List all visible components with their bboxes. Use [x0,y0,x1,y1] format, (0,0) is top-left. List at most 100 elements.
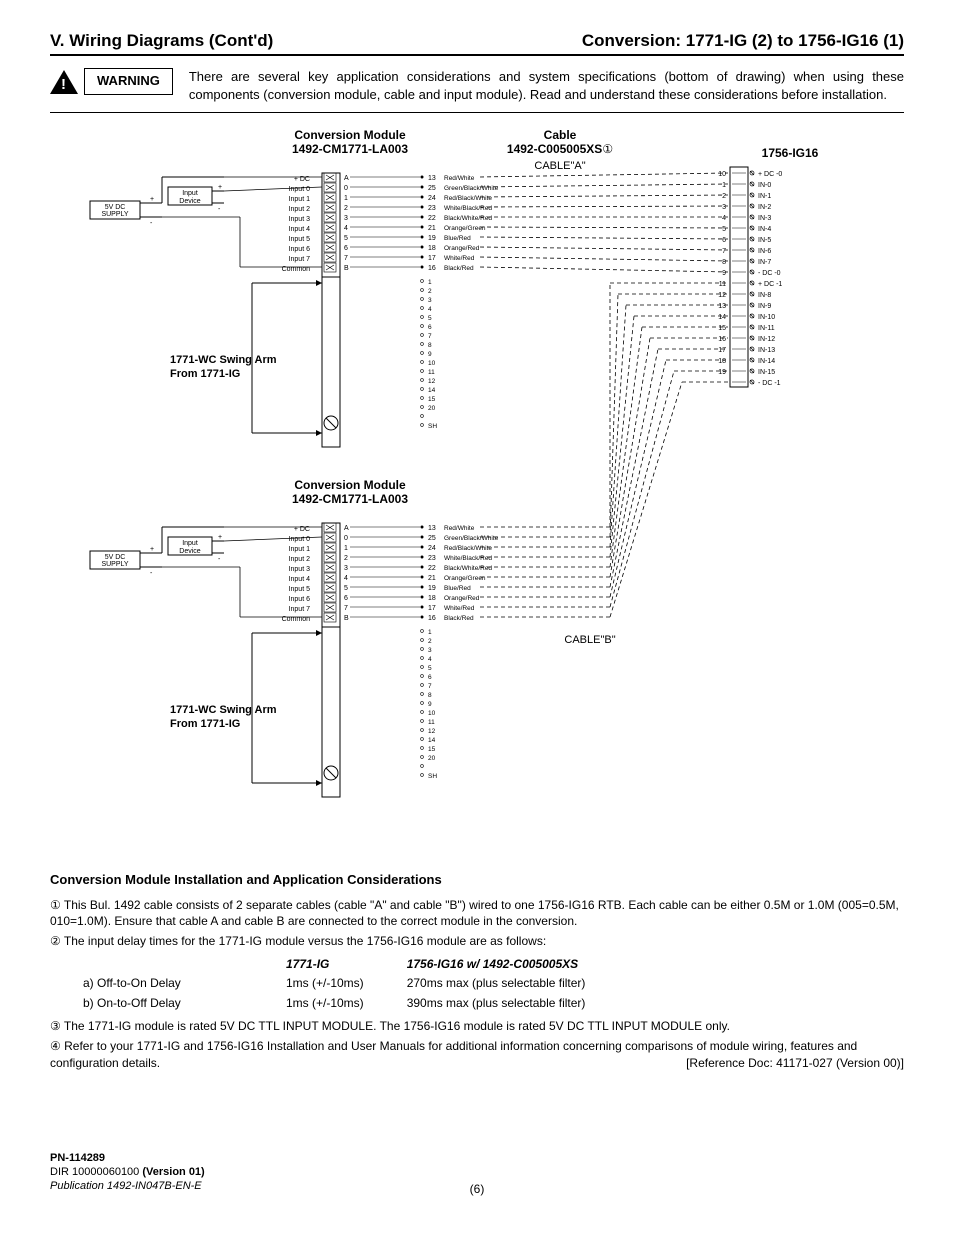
svg-text:5: 5 [428,665,432,672]
warning-label: WARNING [84,68,173,95]
svg-text:8: 8 [428,692,432,699]
svg-text:18: 18 [428,245,436,252]
svg-text:White/Black/Red: White/Black/Red [444,205,492,212]
svg-text:Input 5: Input 5 [289,586,311,593]
svg-text:1: 1 [428,629,432,636]
wiring-diagram: 5V DC SUPPLY + - Input Device + - [50,127,904,852]
svg-text:B: B [344,265,349,272]
svg-text:IN-9: IN-9 [758,303,771,310]
svg-text:25: 25 [428,185,436,192]
svg-text:SH: SH [428,423,437,430]
footer-version: (Version 01) [142,1166,204,1178]
svg-text:Input 6: Input 6 [289,596,311,603]
svg-text:0: 0 [344,535,348,542]
svg-text:3: 3 [428,297,432,304]
footer-dir: DIR 10000060100 [50,1166,142,1178]
section-title: V. Wiring Diagrams (Cont'd) [50,30,273,52]
svg-text:12: 12 [428,728,436,735]
svg-text:Input 7: Input 7 [289,256,311,263]
svg-text:3: 3 [344,215,348,222]
svg-text:Input 2: Input 2 [289,556,311,563]
svg-text:Input 3: Input 3 [289,216,311,223]
svg-text:19: 19 [428,235,436,242]
svg-text:5: 5 [344,585,348,592]
svg-text:6: 6 [428,324,432,331]
svg-text:IN-8: IN-8 [758,292,771,299]
svg-text:21: 21 [428,575,436,582]
svg-text:Red/Black/White: Red/Black/White [444,545,492,552]
svg-text:IN-11: IN-11 [758,325,775,332]
svg-text:14: 14 [718,314,726,321]
svg-text:7: 7 [344,255,348,262]
warning-text: There are several key application consid… [189,68,904,104]
svg-text:5: 5 [722,226,726,233]
svg-text:A: A [344,175,349,182]
svg-text:1: 1 [722,182,726,189]
svg-text:0: 0 [344,185,348,192]
svg-text:From 1771-IG: From 1771-IG [170,718,240,730]
svg-text:Blue/Red: Blue/Red [444,235,471,242]
svg-text:24: 24 [428,195,436,202]
svg-text:1: 1 [428,279,432,286]
svg-text:1: 1 [344,195,348,202]
considerations-section: Conversion Module Installation and Appli… [50,872,904,1071]
svg-text:21: 21 [428,225,436,232]
svg-text:B: B [344,615,349,622]
svg-text:IN-4: IN-4 [758,226,771,233]
svg-text:9: 9 [428,701,432,708]
svg-text:23: 23 [428,205,436,212]
page-header: V. Wiring Diagrams (Cont'd) Conversion: … [50,30,904,56]
svg-text:15: 15 [718,325,726,332]
svg-text:13: 13 [428,175,436,182]
note-4: ④ Refer to your 1771-IG and 1756-IG16 In… [50,1038,904,1070]
svg-text:IN-0: IN-0 [758,182,771,189]
svg-text:1771-WC Swing Arm: 1771-WC Swing Arm [170,354,277,366]
svg-text:24: 24 [428,545,436,552]
svg-text:15: 15 [428,396,436,403]
svg-text:White/Red: White/Red [444,255,475,262]
svg-text:4: 4 [428,306,432,313]
svg-text:7: 7 [722,248,726,255]
svg-text:IN-2: IN-2 [758,204,771,211]
svg-text:7: 7 [428,333,432,340]
svg-text:23: 23 [428,555,436,562]
svg-text:2: 2 [428,638,432,645]
svg-text:Input 7: Input 7 [289,606,311,613]
svg-text:IN-13: IN-13 [758,347,775,354]
svg-text:Input 6: Input 6 [289,246,311,253]
svg-text:Input 4: Input 4 [289,576,311,583]
svg-text:10: 10 [428,710,436,717]
svg-text:6: 6 [344,595,348,602]
svg-text:IN-12: IN-12 [758,336,775,343]
svg-text:IN-10: IN-10 [758,314,775,321]
svg-text:2: 2 [428,288,432,295]
svg-text:3: 3 [344,565,348,572]
svg-text:11: 11 [719,281,726,288]
conversion-title: Conversion: 1771-IG (2) to 1756-IG16 (1) [582,30,904,52]
svg-text:6: 6 [428,674,432,681]
svg-text:White/Black/Red: White/Black/Red [444,555,492,562]
svg-text:Orange/Red: Orange/Red [444,595,480,602]
svg-text:15: 15 [428,746,436,753]
svg-text:25: 25 [428,535,436,542]
footer-pn: PN-114289 [50,1152,105,1164]
svg-text:18: 18 [718,358,726,365]
svg-text:22: 22 [428,215,436,222]
svg-text:Input 5: Input 5 [289,236,311,243]
svg-text:10: 10 [428,360,436,367]
svg-text:11: 11 [428,719,435,726]
note-3: ③ The 1771-IG module is rated 5V DC TTL … [50,1018,904,1034]
svg-text:2: 2 [722,193,726,200]
svg-text:Black/White/Red: Black/White/Red [444,215,492,222]
svg-text:13: 13 [718,303,726,310]
svg-text:Green/Black/White: Green/Black/White [444,185,499,192]
svg-text:IN-6: IN-6 [758,248,771,255]
svg-text:17: 17 [718,347,726,354]
reference-doc: [Reference Doc: 41171-027 (Version 00)] [686,1055,904,1071]
svg-text:Input 1: Input 1 [289,546,311,553]
svg-text:1492-CM1771-LA003: 1492-CM1771-LA003 [292,492,408,506]
svg-text:9: 9 [428,351,432,358]
svg-text:3: 3 [722,204,726,211]
svg-text:Black/Red: Black/Red [444,265,474,272]
svg-text:CABLE"B": CABLE"B" [564,634,615,646]
